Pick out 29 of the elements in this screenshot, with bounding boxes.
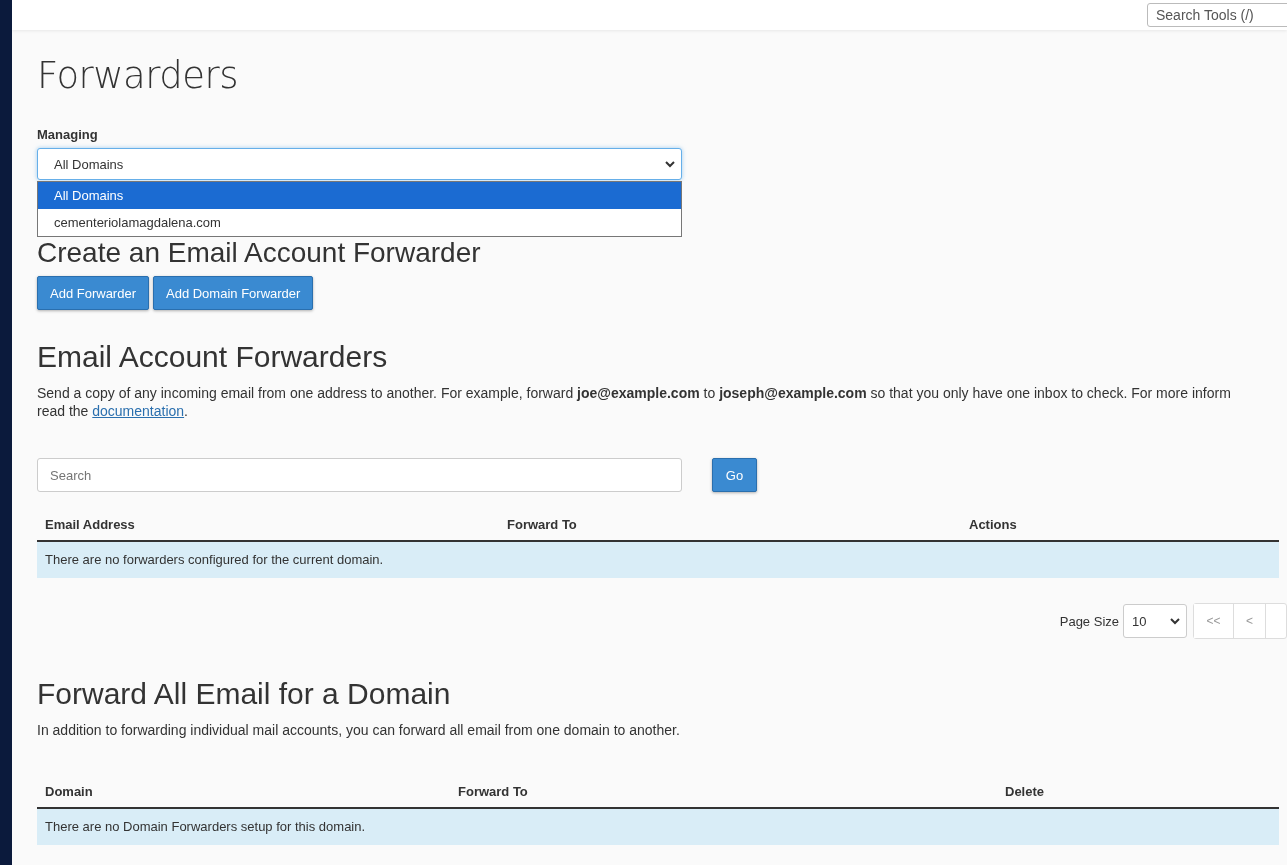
section-heading: Create an Email Account Forwarder	[37, 238, 482, 268]
domain-option[interactable]: cementeriolamagdalena.com	[38, 209, 681, 236]
page-size-select[interactable]: 10	[1123, 604, 1187, 638]
managing-label: Managing	[37, 127, 99, 142]
search-field[interactable]: Search	[37, 458, 682, 492]
add-button[interactable]: Add Forwarder	[37, 276, 149, 310]
documentation-link[interactable]: documentation	[92, 403, 185, 419]
description-text: Send a copy of any incoming email from one address to another. For example, forward joe@example.com to joseph@example.com so that you only have one inbox to check. For more inform read the documentation.	[37, 384, 1232, 420]
column-header: Forward To	[458, 783, 529, 799]
column-header: Delete	[1005, 783, 1046, 799]
column-header: Forward To	[507, 516, 578, 532]
go-button[interactable]: Go	[712, 458, 757, 492]
domain-select[interactable]: All Domains	[37, 148, 682, 180]
search-tools-field[interactable]: Search Tools (/)	[1147, 3, 1287, 27]
empty-row: There are no Domain Forwarders setup for this domain.	[37, 809, 1279, 845]
column-header: Email Address	[45, 516, 136, 532]
pager-button[interactable]: <<	[1194, 604, 1234, 638]
domain-option[interactable]: All Domains	[38, 182, 681, 209]
section-heading: Email Account Forwarders	[37, 340, 389, 374]
chevron-icon	[1170, 617, 1180, 625]
empty-row: There are no forwarders configured for the current domain.	[37, 542, 1279, 578]
chevron-icon	[665, 160, 675, 168]
column-header: Actions	[969, 516, 1018, 532]
add-button[interactable]: Add Domain Forwarder	[153, 276, 314, 310]
page-title: Forwarders	[37, 54, 240, 97]
column-header: Domain	[45, 783, 94, 799]
description-text: In addition to forwarding individual mail accounts, you can forward all email from one domain to another.	[37, 721, 681, 739]
section-heading: Forward All Email for a Domain	[37, 677, 452, 711]
page-size-label: Page Size	[1059, 613, 1119, 629]
